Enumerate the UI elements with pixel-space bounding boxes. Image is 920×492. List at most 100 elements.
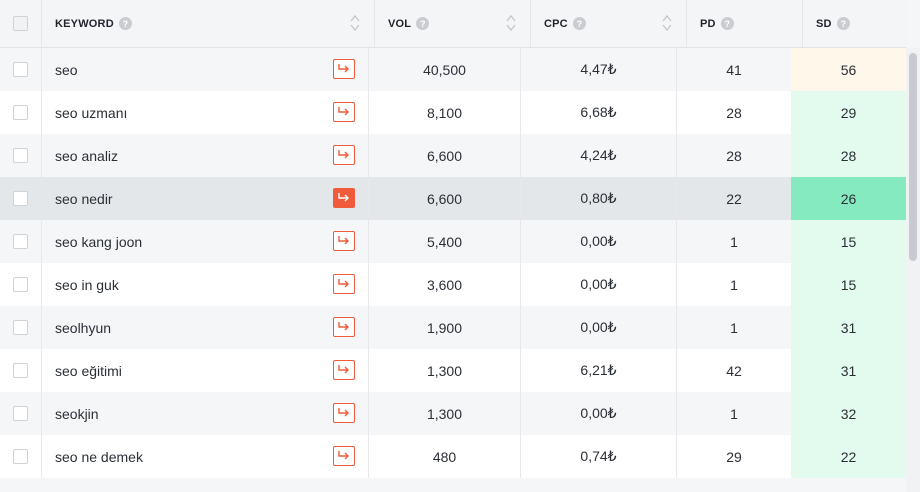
column-header-cpc[interactable]: CPC ?	[531, 0, 687, 47]
sd-cell: 28	[791, 134, 906, 177]
pd-cell: 1	[730, 319, 738, 336]
open-keyword-button[interactable]	[333, 317, 355, 337]
pd-cell: 22	[726, 190, 742, 207]
open-keyword-button[interactable]	[333, 274, 355, 294]
column-label-cpc: CPC	[544, 17, 568, 30]
arrow-go-icon	[337, 106, 351, 118]
vol-cell: 1,300	[369, 349, 521, 392]
sd-cell: 32	[791, 392, 906, 435]
row-checkbox[interactable]	[13, 320, 28, 335]
vol-cell: 480	[369, 435, 521, 478]
vol-cell: 1,900	[369, 306, 521, 349]
cpc-cell: 0,74₺	[521, 435, 677, 478]
vol-cell: 3,600	[369, 263, 521, 306]
select-all-checkbox[interactable]	[13, 16, 28, 31]
keyword-text[interactable]: seo analiz	[55, 148, 118, 164]
table-row[interactable]: seo 40,500 4,47₺ 41 56	[0, 48, 906, 91]
sd-cell: 22	[791, 435, 906, 478]
sort-arrows-icon[interactable]	[662, 14, 672, 32]
row-checkbox[interactable]	[13, 363, 28, 378]
arrow-go-icon	[337, 192, 351, 204]
row-checkbox[interactable]	[13, 62, 28, 77]
column-header-vol[interactable]: VOL ?	[375, 0, 531, 47]
table-row[interactable]: seo kang joon 5,400 0,00₺ 1 15	[0, 220, 906, 263]
keyword-text[interactable]: seo eğitimi	[55, 363, 122, 379]
row-checkbox[interactable]	[13, 191, 28, 206]
cpc-cell: 0,00₺	[521, 220, 677, 263]
open-keyword-button[interactable]	[333, 145, 355, 165]
keyword-text[interactable]: seo uzmanı	[55, 105, 127, 121]
table-row[interactable]: seo ne demek 480 0,74₺ 29 22	[0, 435, 906, 478]
table-row[interactable]: seo eğitimi 1,300 6,21₺ 42 31	[0, 349, 906, 392]
sd-cell: 31	[791, 349, 906, 392]
help-icon[interactable]: ?	[720, 17, 734, 30]
vertical-scrollbar[interactable]	[906, 48, 920, 492]
row-checkbox[interactable]	[13, 148, 28, 163]
row-checkbox[interactable]	[13, 105, 28, 120]
keyword-text[interactable]: seo	[55, 62, 78, 78]
column-header-pd[interactable]: PD ?	[687, 0, 803, 47]
vol-cell: 8,100	[369, 91, 521, 134]
column-label-pd: PD	[700, 17, 716, 30]
keyword-text[interactable]: seokjin	[55, 406, 99, 422]
table-row[interactable]: seo uzmanı 8,100 6,68₺ 28 29	[0, 91, 906, 134]
table-row[interactable]: seo nedir 6,600 0,80₺ 22 26	[0, 177, 906, 220]
row-checkbox[interactable]	[13, 406, 28, 421]
pd-cell: 1	[730, 276, 738, 293]
help-icon[interactable]: ?	[118, 17, 132, 30]
keyword-text[interactable]: seolhyun	[55, 320, 111, 336]
vol-cell: 40,500	[369, 48, 521, 91]
open-keyword-button[interactable]	[333, 360, 355, 380]
arrow-go-icon	[337, 450, 351, 462]
table-row[interactable]: seo analiz 6,600 4,24₺ 28 28	[0, 134, 906, 177]
row-select-cell	[0, 220, 42, 263]
table-row[interactable]: seolhyun 1,900 0,00₺ 1 31	[0, 306, 906, 349]
arrow-go-icon	[337, 149, 351, 161]
keyword-cell: seo ne demek	[42, 435, 369, 478]
help-icon[interactable]: ?	[836, 17, 850, 30]
sort-arrows-icon[interactable]	[506, 14, 516, 32]
table-row[interactable]: seo in guk 3,600 0,00₺ 1 15	[0, 263, 906, 306]
open-keyword-button[interactable]	[333, 403, 355, 423]
row-select-cell	[0, 435, 42, 478]
cpc-cell: 0,80₺	[521, 177, 677, 220]
keyword-text[interactable]: seo ne demek	[55, 449, 143, 465]
cpc-cell: 4,24₺	[521, 134, 677, 177]
open-keyword-button[interactable]	[333, 59, 355, 79]
keyword-cell: seo in guk	[42, 263, 369, 306]
open-keyword-button[interactable]	[333, 446, 355, 466]
help-icon[interactable]: ?	[572, 17, 586, 30]
open-keyword-button[interactable]	[333, 231, 355, 251]
keyword-cell: seo eğitimi	[42, 349, 369, 392]
sd-cell: 31	[791, 306, 906, 349]
open-keyword-button[interactable]	[333, 102, 355, 122]
pd-cell: 28	[726, 147, 742, 164]
arrow-go-icon	[337, 407, 351, 419]
keyword-text[interactable]: seo in guk	[55, 277, 119, 293]
open-keyword-button[interactable]	[333, 188, 355, 208]
keyword-text[interactable]: seo nedir	[55, 191, 113, 207]
help-icon[interactable]: ?	[416, 17, 430, 30]
row-select-cell	[0, 306, 42, 349]
vol-cell: 6,600	[369, 177, 521, 220]
keyword-cell: seo kang joon	[42, 220, 369, 263]
row-select-cell	[0, 349, 42, 392]
pd-cell: 28	[726, 104, 742, 121]
row-checkbox[interactable]	[13, 449, 28, 464]
row-checkbox[interactable]	[13, 234, 28, 249]
scrollbar-thumb[interactable]	[909, 53, 917, 261]
vol-cell: 5,400	[369, 220, 521, 263]
row-select-cell	[0, 134, 42, 177]
keyword-cell: seo uzmanı	[42, 91, 369, 134]
row-checkbox[interactable]	[13, 277, 28, 292]
column-header-keyword[interactable]: KEYWORD ?	[42, 0, 375, 47]
keyword-text[interactable]: seo kang joon	[55, 234, 142, 250]
cpc-cell: 6,21₺	[521, 349, 677, 392]
arrow-go-icon	[337, 278, 351, 290]
column-header-sd[interactable]: SD ?	[803, 0, 906, 47]
sd-cell: 26	[791, 177, 906, 220]
arrow-go-icon	[337, 235, 351, 247]
table-row[interactable]: seokjin 1,300 0,00₺ 1 32	[0, 392, 906, 435]
keyword-cell: seo	[42, 48, 369, 91]
sort-arrows-icon[interactable]	[350, 14, 360, 32]
